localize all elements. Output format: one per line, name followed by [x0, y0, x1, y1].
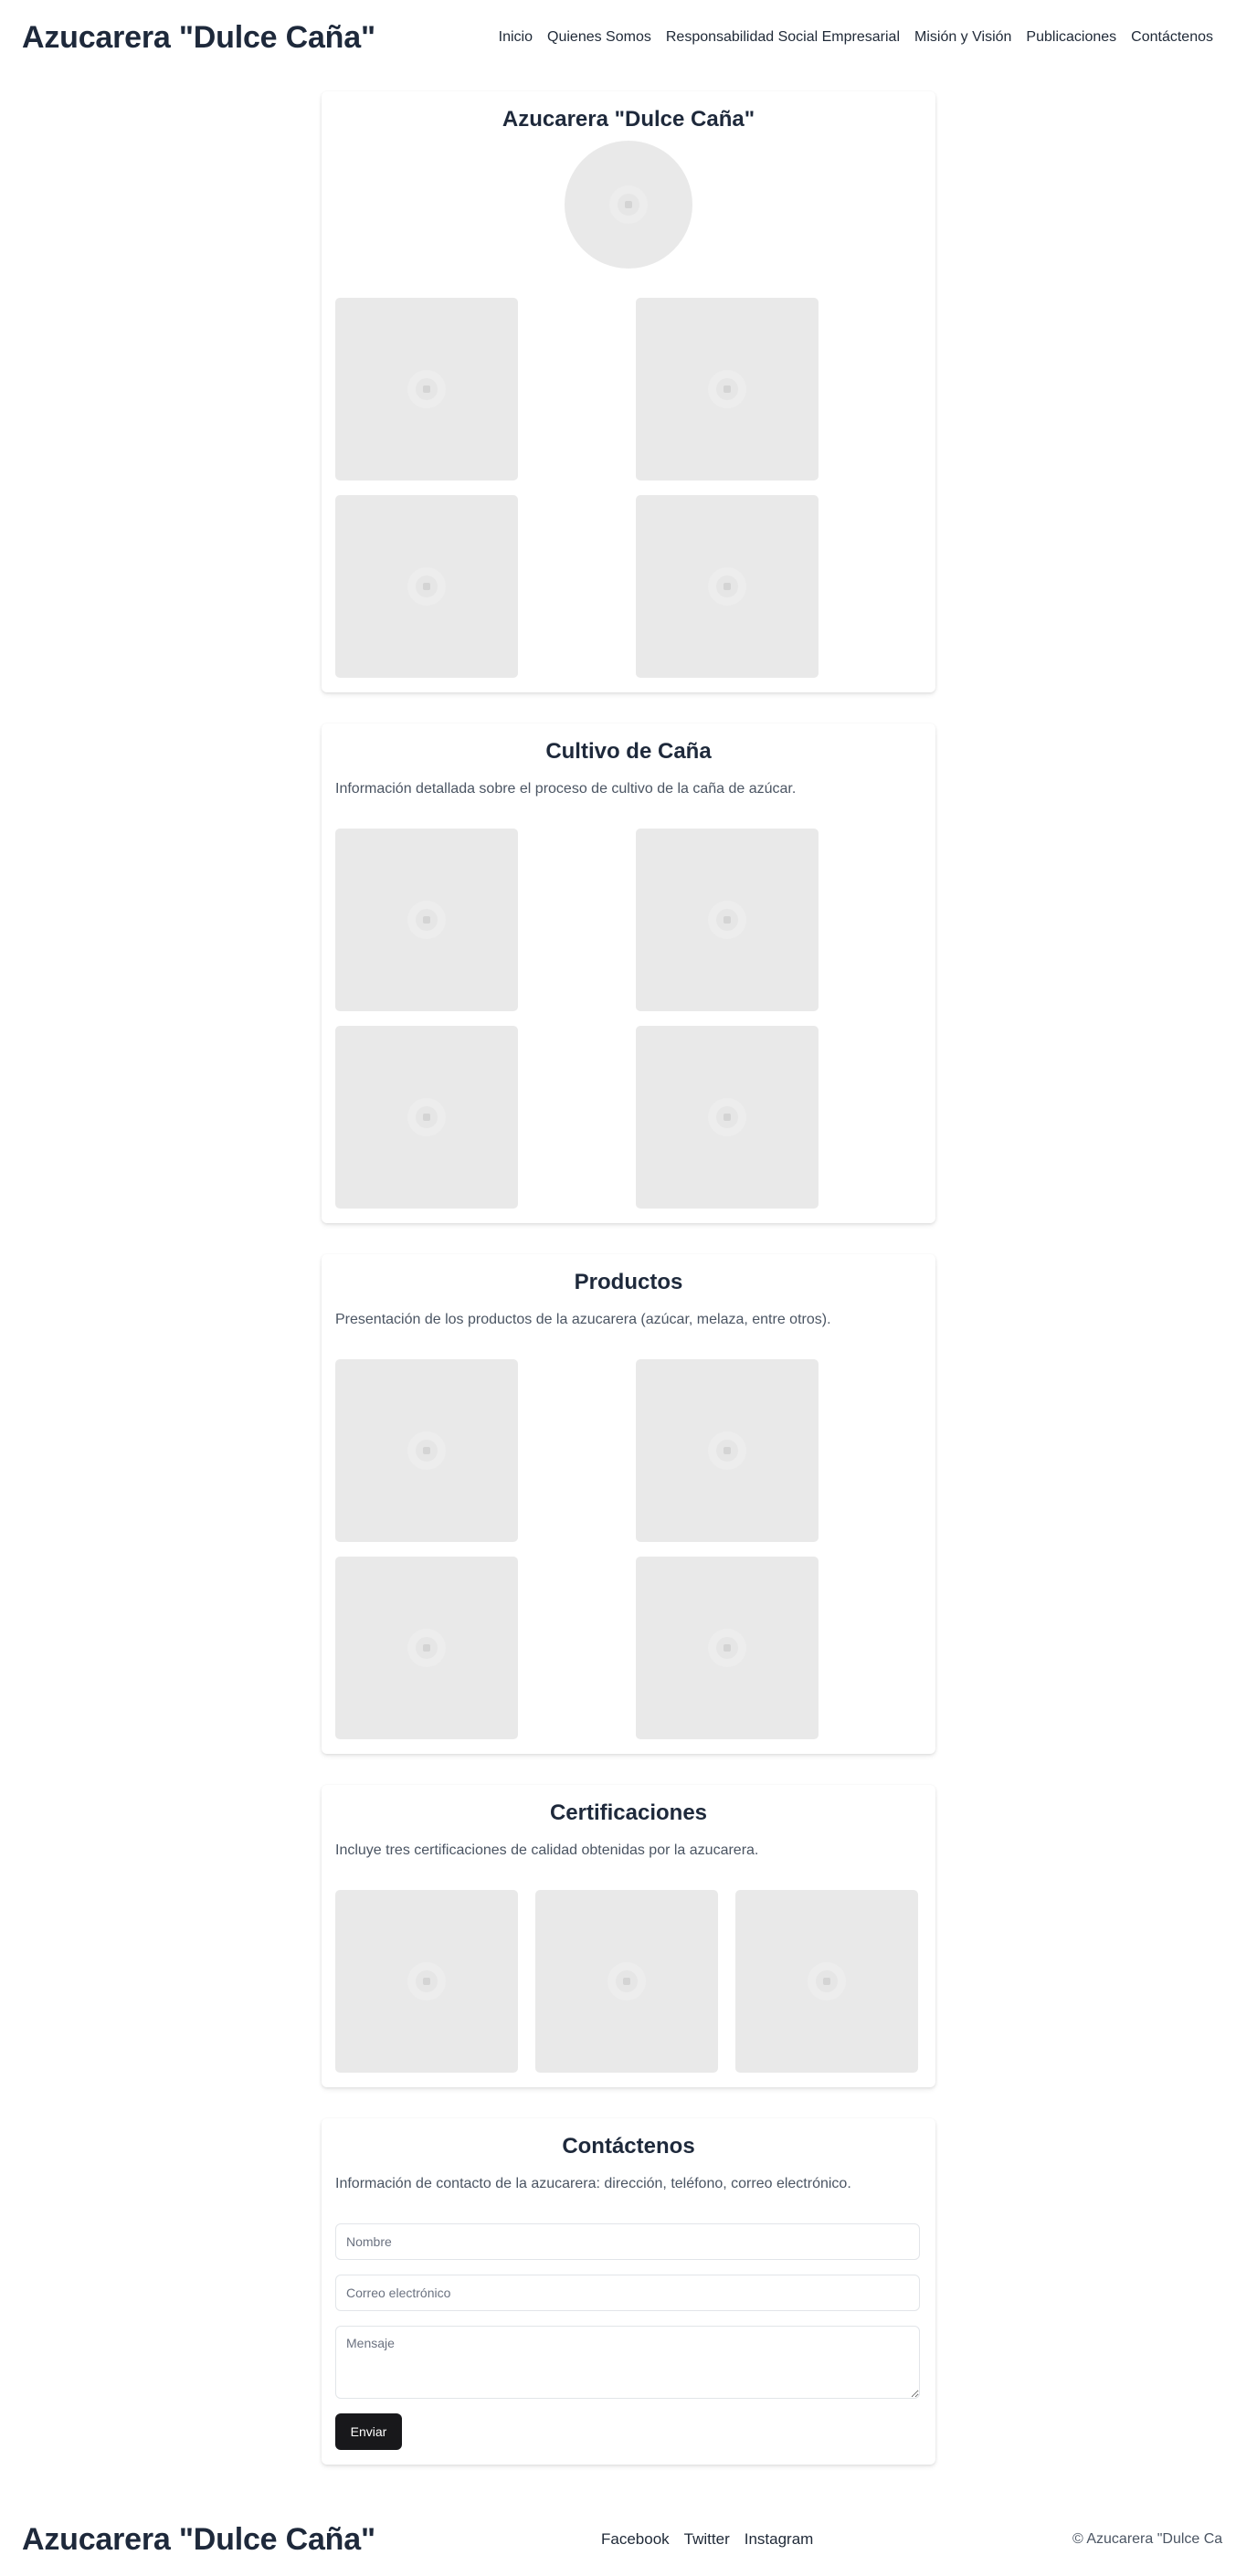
- contacto-description: Información de contacto de la azucarera:…: [335, 2176, 851, 2191]
- message-textarea[interactable]: [335, 2326, 920, 2399]
- gallery-image: [335, 1557, 518, 1739]
- gallery-image: [636, 298, 819, 480]
- gallery-image: [335, 829, 518, 1011]
- nav-link-contactenos[interactable]: Contáctenos: [1131, 29, 1213, 46]
- social-links: Facebook Twitter Instagram: [601, 2530, 813, 2549]
- productos-title: Productos: [574, 1270, 683, 1294]
- site-brand[interactable]: Azucarera "Dulce Caña": [22, 20, 375, 56]
- main-content: Azucarera "Dulce Caña" Cultivo de Caña I…: [322, 91, 935, 2465]
- contact-form: Enviar: [335, 2223, 922, 2450]
- site-header: Azucarera "Dulce Caña" Inicio Quienes So…: [0, 0, 1257, 75]
- twitter-link[interactable]: Twitter: [684, 2530, 730, 2549]
- cultivo-title: Cultivo de Caña: [545, 739, 712, 764]
- main-nav: Inicio Quienes Somos Responsabilidad Soc…: [499, 29, 1213, 46]
- hero-title: Azucarera "Dulce Caña": [502, 107, 755, 132]
- footer-brand[interactable]: Azucarera "Dulce Caña": [22, 2522, 375, 2558]
- certificaciones-description: Incluye tres certificaciones de calidad …: [335, 1842, 759, 1858]
- image-placeholder-icon: [808, 1962, 846, 2001]
- nav-link-publicaciones[interactable]: Publicaciones: [1026, 29, 1116, 46]
- nav-link-quienes-somos[interactable]: Quienes Somos: [547, 29, 651, 46]
- instagram-link[interactable]: Instagram: [745, 2530, 814, 2549]
- copyright-text: © Azucarera "Dulce Ca: [1072, 2531, 1223, 2547]
- email-input[interactable]: [335, 2275, 920, 2311]
- cultivo-gallery: [335, 829, 922, 1209]
- image-placeholder-icon: [708, 370, 746, 408]
- image-placeholder-icon: [708, 1431, 746, 1470]
- site-footer: Azucarera "Dulce Caña" Facebook Twitter …: [0, 2510, 1257, 2569]
- image-placeholder-icon: [607, 1962, 646, 2001]
- gallery-image: [335, 1359, 518, 1542]
- gallery-image: [335, 298, 518, 480]
- nav-link-inicio[interactable]: Inicio: [499, 29, 533, 46]
- certificate-image: [335, 1890, 518, 2073]
- image-placeholder-icon: [407, 370, 446, 408]
- submit-button[interactable]: Enviar: [335, 2413, 402, 2450]
- name-input[interactable]: [335, 2223, 920, 2260]
- hero-gallery: [335, 298, 922, 678]
- cultivo-description: Información detallada sobre el proceso d…: [335, 781, 797, 797]
- contacto-card: Contáctenos Información de contacto de l…: [322, 2118, 935, 2465]
- image-placeholder-icon: [407, 567, 446, 606]
- image-placeholder-icon: [407, 1962, 446, 2001]
- gallery-image: [636, 1026, 819, 1209]
- image-placeholder-icon: [708, 901, 746, 939]
- gallery-image: [335, 1026, 518, 1209]
- productos-description: Presentación de los productos de la azuc…: [335, 1312, 831, 1327]
- gallery-image: [335, 495, 518, 678]
- gallery-image: [636, 829, 819, 1011]
- gallery-image: [636, 1359, 819, 1542]
- image-placeholder-icon: [407, 1098, 446, 1136]
- image-placeholder-icon: [407, 1629, 446, 1667]
- hero-card: Azucarera "Dulce Caña": [322, 91, 935, 692]
- nav-link-responsabilidad-social[interactable]: Responsabilidad Social Empresarial: [666, 29, 900, 46]
- certificate-image: [735, 1890, 918, 2073]
- gallery-image: [636, 495, 819, 678]
- gallery-image: [636, 1557, 819, 1739]
- page: Azucarera "Dulce Caña" Inicio Quienes So…: [0, 0, 1257, 2576]
- image-placeholder-icon: [708, 1629, 746, 1667]
- nav-link-mision-vision[interactable]: Misión y Visión: [914, 29, 1011, 46]
- certificate-image: [535, 1890, 718, 2073]
- contacto-title: Contáctenos: [562, 2134, 695, 2159]
- productos-card: Productos Presentación de los productos …: [322, 1254, 935, 1754]
- productos-gallery: [335, 1359, 922, 1739]
- image-placeholder-icon: [708, 567, 746, 606]
- certificaciones-title: Certificaciones: [549, 1800, 708, 1825]
- certificaciones-gallery: [335, 1890, 922, 2073]
- cultivo-card: Cultivo de Caña Información detallada so…: [322, 723, 935, 1223]
- image-placeholder-icon: [708, 1098, 746, 1136]
- image-placeholder-icon: [609, 185, 648, 224]
- certificaciones-card: Certificaciones Incluye tres certificaci…: [322, 1785, 935, 2087]
- image-placeholder-icon: [407, 1431, 446, 1470]
- image-placeholder-icon: [407, 901, 446, 939]
- facebook-link[interactable]: Facebook: [601, 2530, 670, 2549]
- company-logo-placeholder: [565, 141, 692, 269]
